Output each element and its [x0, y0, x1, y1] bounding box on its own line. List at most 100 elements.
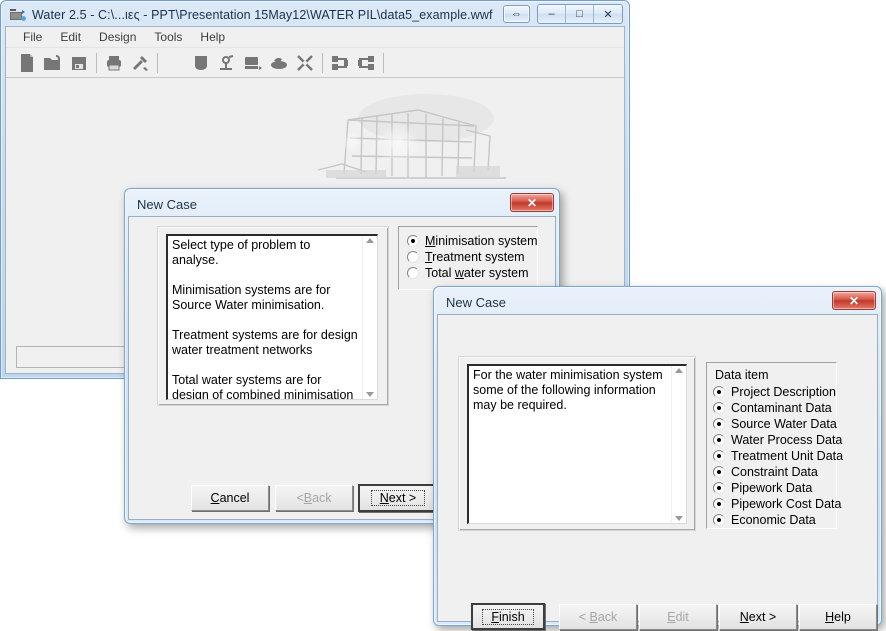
- maximize-button[interactable]: □: [566, 5, 594, 23]
- radio-economic-data[interactable]: Economic Data: [713, 512, 836, 528]
- finish-button[interactable]: Finish: [471, 603, 545, 630]
- dialog2-description-text: For the water minimisation system some o…: [473, 368, 667, 412]
- toolbar-separator: [96, 52, 97, 73]
- radio-pipework-cost-data-label: Pipework Cost Data: [731, 497, 842, 511]
- main-window-titlebar[interactable]: Water 2.5 - C:\...ιες - PPT\Presentation…: [5, 4, 625, 26]
- radio-water-process-data-label: Water Process Data: [731, 433, 843, 447]
- radio-economic-data-indicator[interactable]: [713, 514, 725, 526]
- radio-treatment-system[interactable]: Treatment system: [407, 249, 537, 265]
- menu-tools[interactable]: Tools: [145, 28, 191, 46]
- layout-right-icon[interactable]: [353, 50, 379, 76]
- dialog1-problem-type-group: Minimisation system Treatment system Tot…: [398, 226, 538, 290]
- radio-pipework-data-indicator[interactable]: [713, 482, 725, 494]
- radio-contaminant-data-indicator[interactable]: [713, 402, 725, 414]
- dialog1-description-textbox[interactable]: Select type of problem to analyse. Minim…: [166, 234, 378, 400]
- dialog1-title: New Case: [137, 197, 197, 212]
- help-question-icon[interactable]: [388, 50, 414, 76]
- dialog1-description-panel: Select type of problem to analyse. Minim…: [157, 226, 389, 406]
- menubar: File Edit Design Tools Help: [6, 27, 624, 48]
- dialog2-close-button[interactable]: ✕: [832, 291, 876, 310]
- treatment-unit-icon[interactable]: [266, 50, 292, 76]
- new-case-dialog-step2: New Case ✕ For the water minimisation sy…: [433, 286, 882, 630]
- radio-treatment-system-indicator[interactable]: [407, 251, 419, 263]
- network-split-icon[interactable]: [292, 50, 318, 76]
- restore-size-icon: ⇔: [511, 8, 522, 20]
- process-unit-icon[interactable]: [240, 50, 266, 76]
- help-button[interactable]: Help: [799, 604, 877, 630]
- scroll-up-icon[interactable]: [366, 238, 374, 243]
- restore-size-button[interactable]: ⇔: [503, 5, 530, 23]
- save-disk-icon[interactable]: [66, 50, 92, 76]
- menu-file-label: File: [23, 30, 43, 44]
- radio-water-process-data-indicator[interactable]: [713, 434, 725, 446]
- cancel-button-label: Cancel: [210, 491, 250, 505]
- dialog1-description-scrollbar[interactable]: [362, 236, 377, 399]
- radio-contaminant-data-label: Contaminant Data: [731, 401, 832, 415]
- scroll-down-icon[interactable]: [366, 392, 374, 397]
- pump-icon[interactable]: [214, 50, 240, 76]
- next-button-label: Next >: [739, 610, 777, 624]
- dialog2-description-textbox[interactable]: For the water minimisation system some o…: [467, 364, 687, 524]
- radio-pipework-cost-data[interactable]: Pipework Cost Data: [713, 496, 841, 512]
- radio-treatment-unit-data[interactable]: Treatment Unit Data: [713, 448, 843, 464]
- radio-source-water-data[interactable]: Source Water Data: [713, 416, 837, 432]
- menu-file[interactable]: File: [14, 28, 51, 46]
- data-item-group-label: Data item: [715, 368, 769, 382]
- radio-treatment-system-label: Treatment system: [425, 250, 525, 264]
- close-icon: ✕: [848, 293, 860, 308]
- layout-left-icon[interactable]: [327, 50, 353, 76]
- maximize-icon: □: [576, 8, 583, 20]
- radio-pipework-data[interactable]: Pipework Data: [713, 480, 836, 496]
- back-button-label: < Back: [578, 610, 618, 624]
- dialog2-description-scrollbar[interactable]: [671, 366, 686, 523]
- edit-button: Edit: [639, 604, 717, 630]
- radio-total-water-system[interactable]: Total water system: [407, 265, 537, 281]
- radio-project-description[interactable]: Project Description: [713, 384, 836, 400]
- close-button[interactable]: ✕: [594, 5, 622, 23]
- radio-treatment-unit-data-indicator[interactable]: [713, 450, 725, 462]
- next-button-label: Next >: [370, 490, 426, 506]
- cancel-button[interactable]: Cancel: [191, 485, 269, 511]
- close-icon: ✕: [526, 195, 538, 210]
- next-button[interactable]: Next >: [719, 604, 797, 630]
- next-button[interactable]: Next >: [358, 484, 438, 512]
- print-icon[interactable]: [101, 50, 127, 76]
- dialog2-body: For the water minimisation system some o…: [437, 314, 878, 630]
- minimize-button[interactable]: –: [538, 5, 566, 23]
- toolbar: [6, 48, 624, 78]
- radio-total-water-system-indicator[interactable]: [407, 267, 419, 279]
- radio-pipework-cost-data-indicator[interactable]: [713, 498, 725, 510]
- toolbar-separator: [383, 52, 384, 73]
- radio-economic-data-label: Economic Data: [731, 513, 816, 527]
- menu-edit[interactable]: Edit: [51, 28, 90, 46]
- radio-constraint-data-label: Constraint Data: [731, 465, 818, 479]
- menu-edit-label: Edit: [60, 30, 82, 44]
- dialog1-titlebar[interactable]: New Case ✕: [128, 192, 556, 217]
- radio-minimisation-system-indicator[interactable]: [407, 235, 419, 247]
- c-to-f-convert-icon[interactable]: [162, 50, 188, 76]
- tools-hammer-icon[interactable]: [127, 50, 153, 76]
- scroll-down-icon[interactable]: [675, 516, 683, 521]
- back-button-label: <Back: [296, 491, 332, 505]
- radio-constraint-data[interactable]: Constraint Data: [713, 464, 836, 480]
- back-button: <Back: [275, 485, 353, 511]
- new-file-icon[interactable]: [14, 50, 40, 76]
- radio-constraint-data-indicator[interactable]: [713, 466, 725, 478]
- radio-water-process-data[interactable]: Water Process Data: [713, 432, 842, 448]
- close-icon: ✕: [603, 8, 613, 21]
- menu-help-label: Help: [200, 30, 226, 44]
- scroll-up-icon[interactable]: [675, 368, 683, 373]
- dialog1-close-button[interactable]: ✕: [510, 193, 554, 212]
- radio-project-description-indicator[interactable]: [713, 386, 725, 398]
- radio-minimisation-system[interactable]: Minimisation system: [407, 233, 538, 249]
- back-button: < Back: [559, 604, 637, 630]
- radio-contaminant-data[interactable]: Contaminant Data: [713, 400, 836, 416]
- dialog2-titlebar[interactable]: New Case ✕: [437, 290, 878, 315]
- menu-help[interactable]: Help: [191, 28, 234, 46]
- radio-project-description-label: Project Description: [731, 385, 836, 399]
- radio-minimisation-system-label: Minimisation system: [425, 234, 538, 248]
- menu-design[interactable]: Design: [90, 28, 145, 46]
- radio-source-water-data-indicator[interactable]: [713, 418, 725, 430]
- vessel-icon[interactable]: [188, 50, 214, 76]
- open-folder-icon[interactable]: [40, 50, 66, 76]
